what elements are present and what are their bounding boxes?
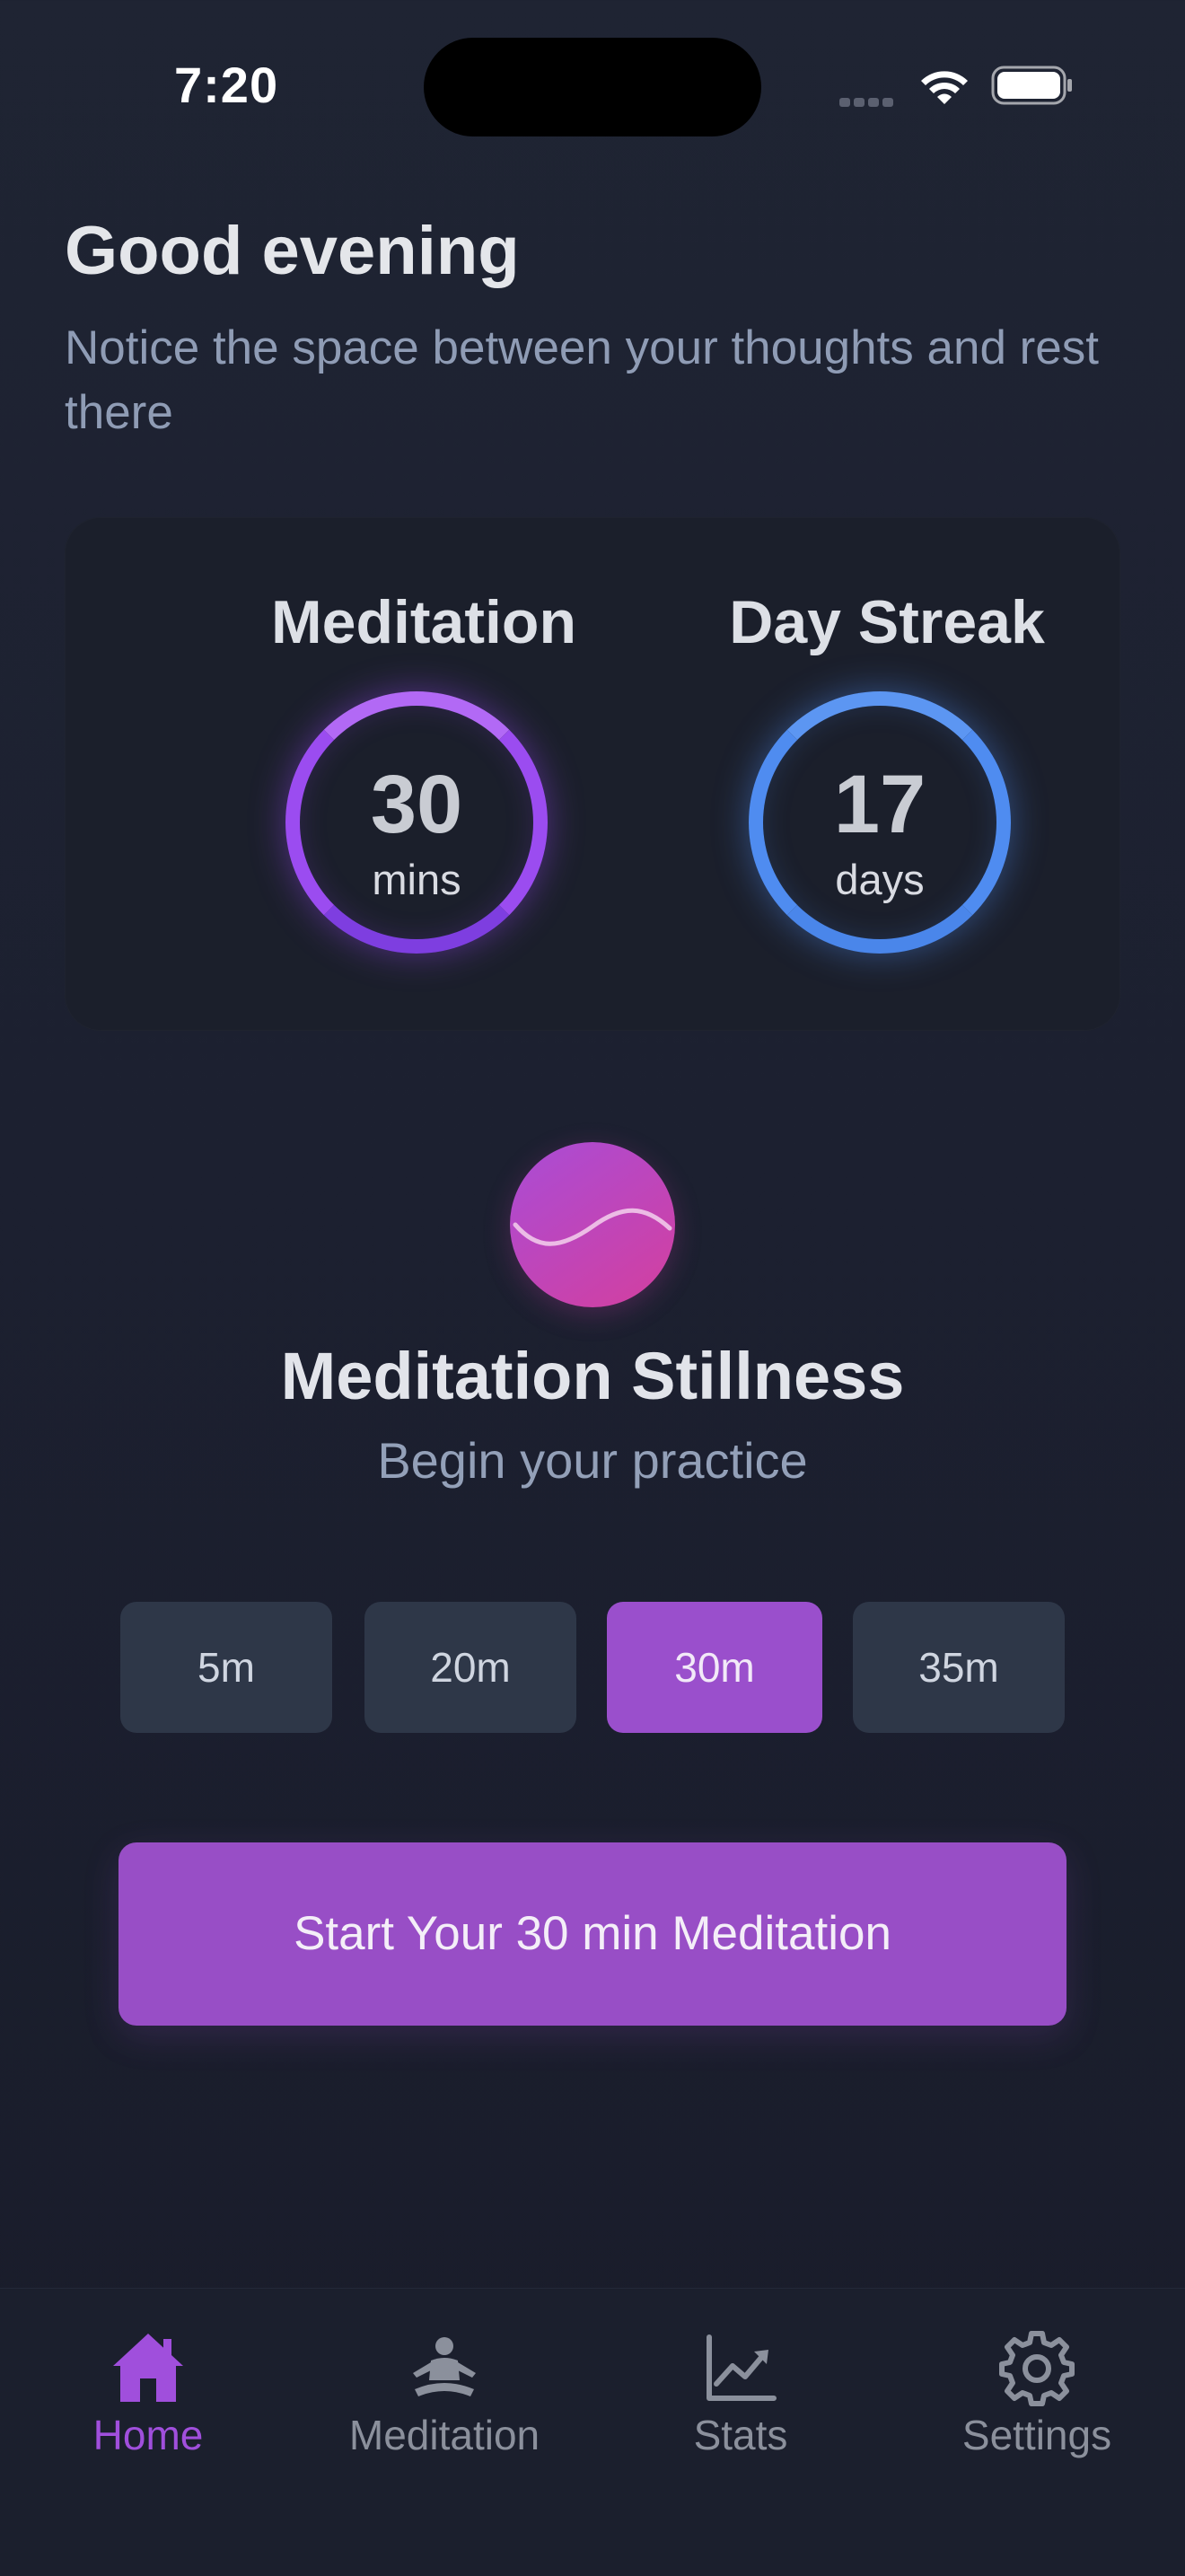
dynamic-island (424, 38, 761, 136)
meditation-stat-value: 30 (370, 759, 463, 850)
status-bar: 7:20 (0, 0, 1185, 171)
streak-stat-title: Day Streak (729, 588, 1045, 656)
tab-settings[interactable]: Settings (889, 2289, 1185, 2504)
start-meditation-button[interactable]: Start Your 30 min Meditation (118, 1842, 1066, 2026)
tab-home[interactable]: Home (9, 2289, 287, 2504)
tab-home-label: Home (92, 2412, 204, 2458)
tab-stats[interactable]: Stats (592, 2289, 889, 2504)
greeting-title: Good evening (65, 213, 520, 289)
meditation-stat-title: Meditation (271, 588, 576, 656)
duration-selector: 5m 20m 30m 35m (120, 1602, 1065, 1733)
greeting-subtitle: Notice the space between your thoughts a… (65, 321, 1099, 439)
status-time: 7:20 (174, 57, 279, 113)
duration-chip-5m[interactable]: 5m (120, 1602, 332, 1733)
duration-chip-20m[interactable]: 20m (364, 1602, 576, 1733)
meditation-stat-unit: mins (372, 856, 461, 903)
streak-stat-value: 17 (833, 759, 926, 850)
settings-icon (999, 2331, 1075, 2406)
session-subtitle: Begin your practice (377, 1432, 808, 1489)
home-icon (113, 2334, 183, 2402)
streak-stat: Day Streak 17 days (698, 517, 1075, 1031)
tab-settings-label: Settings (961, 2412, 1112, 2458)
stats-icon (707, 2334, 777, 2401)
meditation-icon (413, 2337, 476, 2396)
meditation-progress-ring: 30 mins (285, 691, 548, 954)
streak-stat-unit: days (835, 856, 925, 903)
duration-chip-35m[interactable]: 35m (853, 1602, 1065, 1733)
meditation-stat: Meditation 30 mins (235, 517, 612, 1031)
tab-stats-label: Stats (693, 2412, 788, 2458)
wifi-icon (921, 71, 968, 104)
tab-meditation-label: Meditation (348, 2412, 540, 2458)
cellular-signal-icon (839, 95, 902, 107)
tab-bar: Home Meditation Stats Settings (0, 2288, 1185, 2576)
session-title: Meditation Stillness (280, 1339, 905, 1413)
streak-progress-ring: 17 days (749, 691, 1011, 954)
battery-icon (991, 66, 1072, 105)
stats-card: Meditation 30 mins Day Streak 17 days (65, 517, 1120, 1031)
duration-chip-30m-selected[interactable]: 30m (607, 1602, 822, 1733)
wave-orb-icon (510, 1142, 675, 1307)
tab-meditation[interactable]: Meditation (296, 2289, 592, 2504)
